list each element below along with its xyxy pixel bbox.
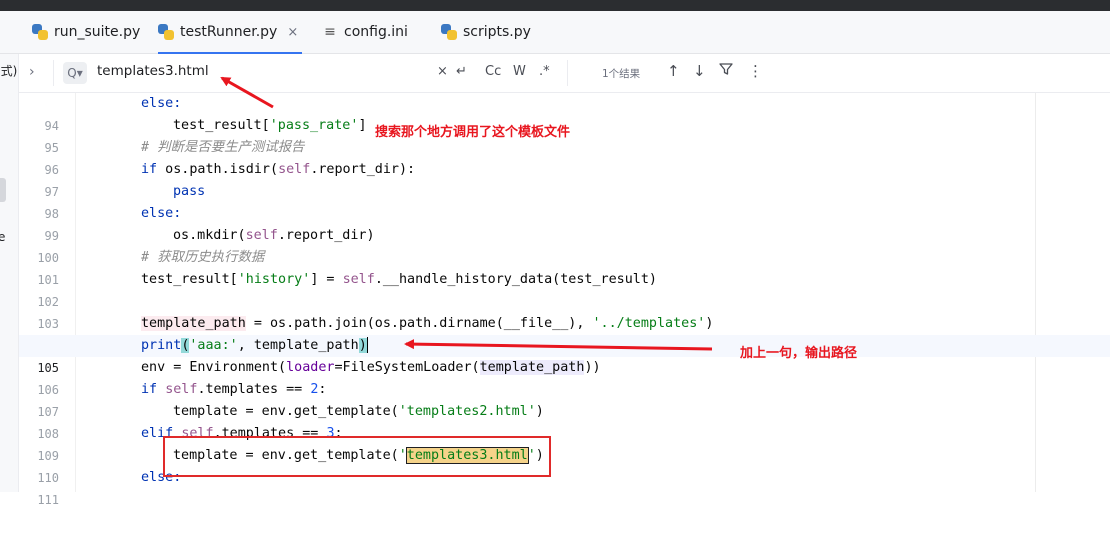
line-number: 111: [37, 493, 59, 507]
arrow-to-print-line: [404, 339, 713, 351]
annotation-search-note: 搜索那个地方调用了这个模板文件: [375, 125, 571, 140]
annotation-print-note: 加上一句，输出路径: [740, 346, 858, 361]
arrow-to-search: [220, 76, 274, 109]
annotation-arrows: [220, 76, 713, 351]
annotation-red-box: [163, 436, 551, 477]
